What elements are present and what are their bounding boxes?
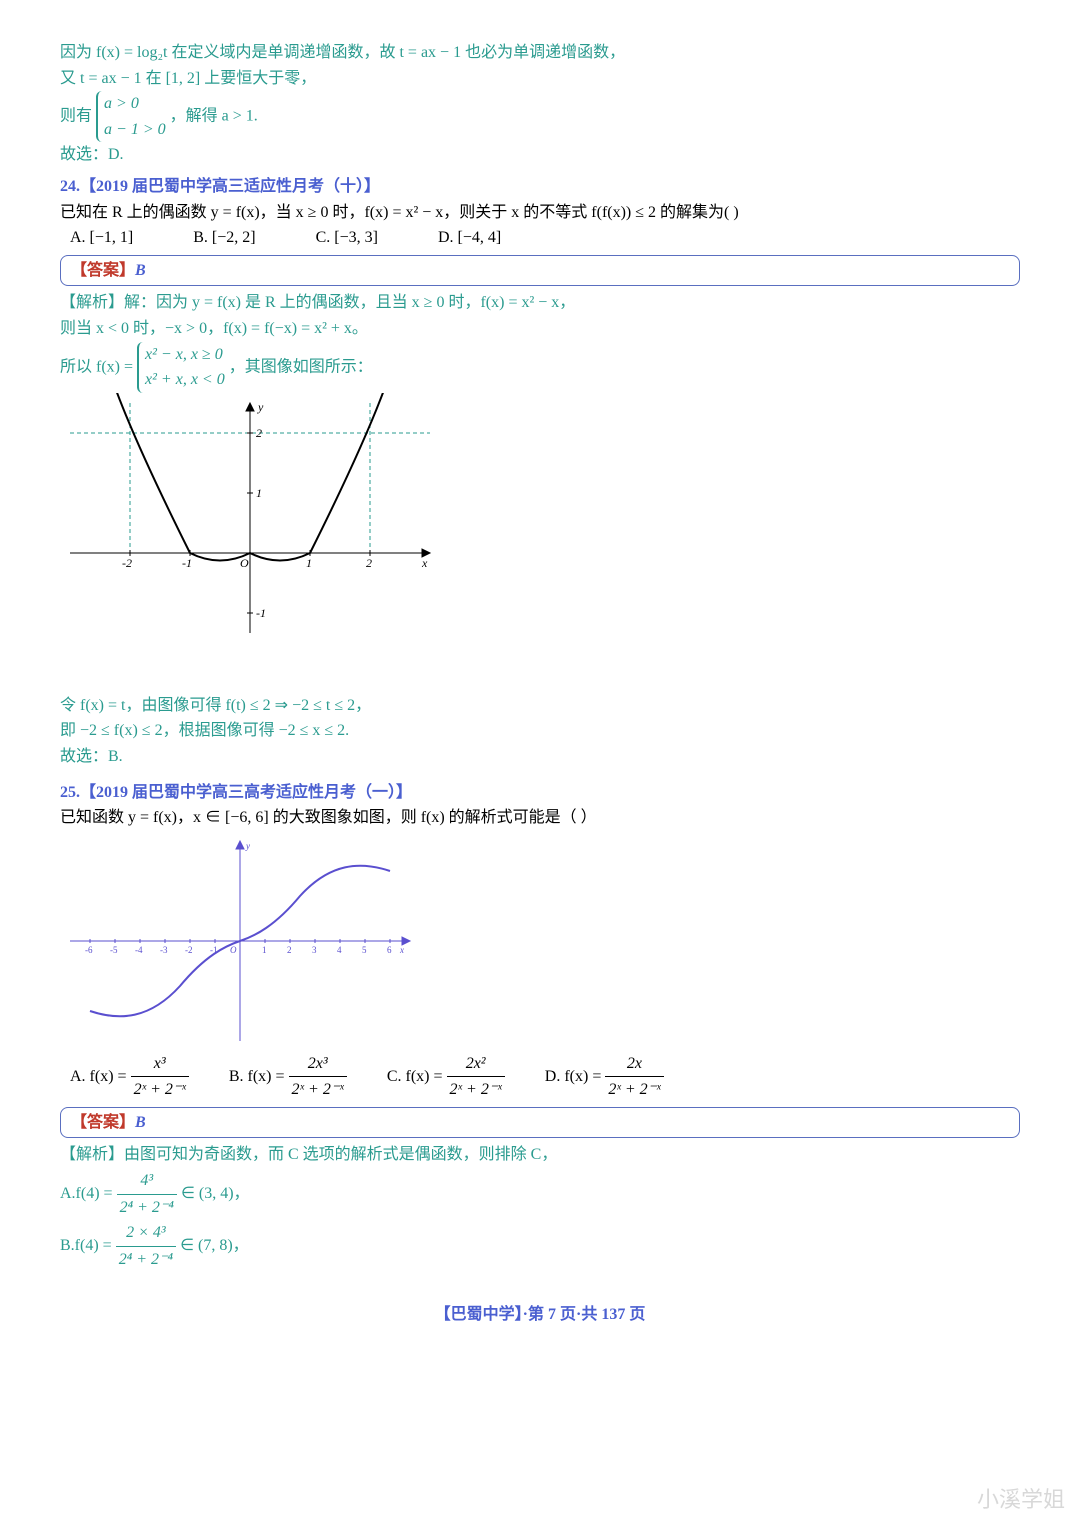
svg-text:-2: -2: [185, 945, 193, 955]
svg-text:y: y: [257, 400, 264, 414]
svg-text:-1: -1: [256, 606, 266, 620]
svg-text:1: 1: [306, 556, 312, 570]
svg-text:3: 3: [312, 945, 317, 955]
opt-b: B. [−2, 2]: [193, 225, 255, 251]
svg-text:2: 2: [287, 945, 292, 955]
page-footer: 【巴蜀中学】·第 7 页·共 137 页: [60, 1302, 1020, 1328]
prev-solution-block: 因为 f(x) = log₂t 在定义域内是单调递增函数，故 t = ax − …: [60, 40, 1020, 168]
prev-l3: 则有 a > 0 a − 1 > 0 ，解得 a > 1.: [60, 91, 1020, 142]
svg-text:-6: -6: [85, 945, 93, 955]
q25-answer-box: 【答案】B: [60, 1107, 1020, 1139]
opt-d: D. f(x) = 2x2ˣ + 2⁻ˣ: [545, 1051, 664, 1103]
opt-d: D. [−4, 4]: [438, 225, 501, 251]
svg-text:O: O: [230, 945, 237, 955]
q24-graph: -2 -1 1 2 1 2 -1 x y O: [60, 393, 440, 693]
opt-b: B. f(x) = 2x³2ˣ + 2⁻ˣ: [229, 1051, 347, 1103]
q25-source: 25.【2019 届巴蜀中学高三高考适应性月考（一）】: [60, 780, 1020, 806]
opt-c: C. [−3, 3]: [316, 225, 378, 251]
q25-solution: 【解析】由图可知为奇函数，而 C 选项的解析式是偶函数，则排除 C， A.f(4…: [60, 1142, 1020, 1272]
svg-text:1: 1: [262, 945, 267, 955]
svg-text:-1: -1: [182, 556, 192, 570]
cases-bracket: x² − x, x ≥ 0 x² + x, x < 0: [137, 342, 225, 393]
svg-text:1: 1: [256, 486, 262, 500]
q24-solution: 【解析】解：因为 y = f(x) 是 R 上的偶函数，且当 x ≥ 0 时，f…: [60, 290, 1020, 392]
svg-text:O: O: [240, 556, 249, 570]
prev-l2: 又 t = ax − 1 在 [1, 2] 上要恒大于零，: [60, 66, 1020, 92]
svg-text:x: x: [399, 945, 404, 955]
svg-text:5: 5: [362, 945, 367, 955]
opt-c: C. f(x) = 2x²2ˣ + 2⁻ˣ: [387, 1051, 505, 1103]
svg-text:4: 4: [337, 945, 342, 955]
q24-source: 24.【2019 届巴蜀中学高三适应性月考（十）】: [60, 174, 1020, 200]
svg-text:x: x: [421, 556, 428, 570]
q24-stem: 已知在 R 上的偶函数 y = f(x)，当 x ≥ 0 时，f(x) = x²…: [60, 200, 1020, 226]
watermark: 小溪学姐: [977, 1482, 1065, 1517]
svg-text:y: y: [245, 841, 250, 851]
prev-l1: 因为 f(x) = log₂t 在定义域内是单调递增函数，故 t = ax − …: [60, 40, 1020, 66]
svg-text:2: 2: [256, 426, 262, 440]
svg-text:-2: -2: [122, 556, 132, 570]
cases-bracket: a > 0 a − 1 > 0: [96, 91, 166, 142]
svg-text:-4: -4: [135, 945, 143, 955]
svg-text:-3: -3: [160, 945, 168, 955]
q25-graph: -6-5-4-3-2-1 123456 O xy: [60, 831, 420, 1051]
opt-a: A. f(x) = x³2ˣ + 2⁻ˣ: [70, 1051, 189, 1103]
prev-l4: 故选：D.: [60, 142, 1020, 168]
q25-stem: 已知函数 y = f(x)，x ∈ [−6, 6] 的大致图象如图，则 f(x)…: [60, 805, 1020, 831]
opt-a: A. [−1, 1]: [70, 225, 133, 251]
svg-text:-5: -5: [110, 945, 118, 955]
svg-text:6: 6: [387, 945, 392, 955]
svg-text:2: 2: [366, 556, 372, 570]
q25-options: A. f(x) = x³2ˣ + 2⁻ˣ B. f(x) = 2x³2ˣ + 2…: [60, 1051, 1020, 1103]
q24-answer-box: 【答案】B: [60, 255, 1020, 287]
q24-solution-cont: 令 f(x) = t，由图像可得 f(t) ≤ 2 ⇒ −2 ≤ t ≤ 2， …: [60, 693, 1020, 770]
q24-options: A. [−1, 1] B. [−2, 2] C. [−3, 3] D. [−4,…: [60, 225, 1020, 251]
